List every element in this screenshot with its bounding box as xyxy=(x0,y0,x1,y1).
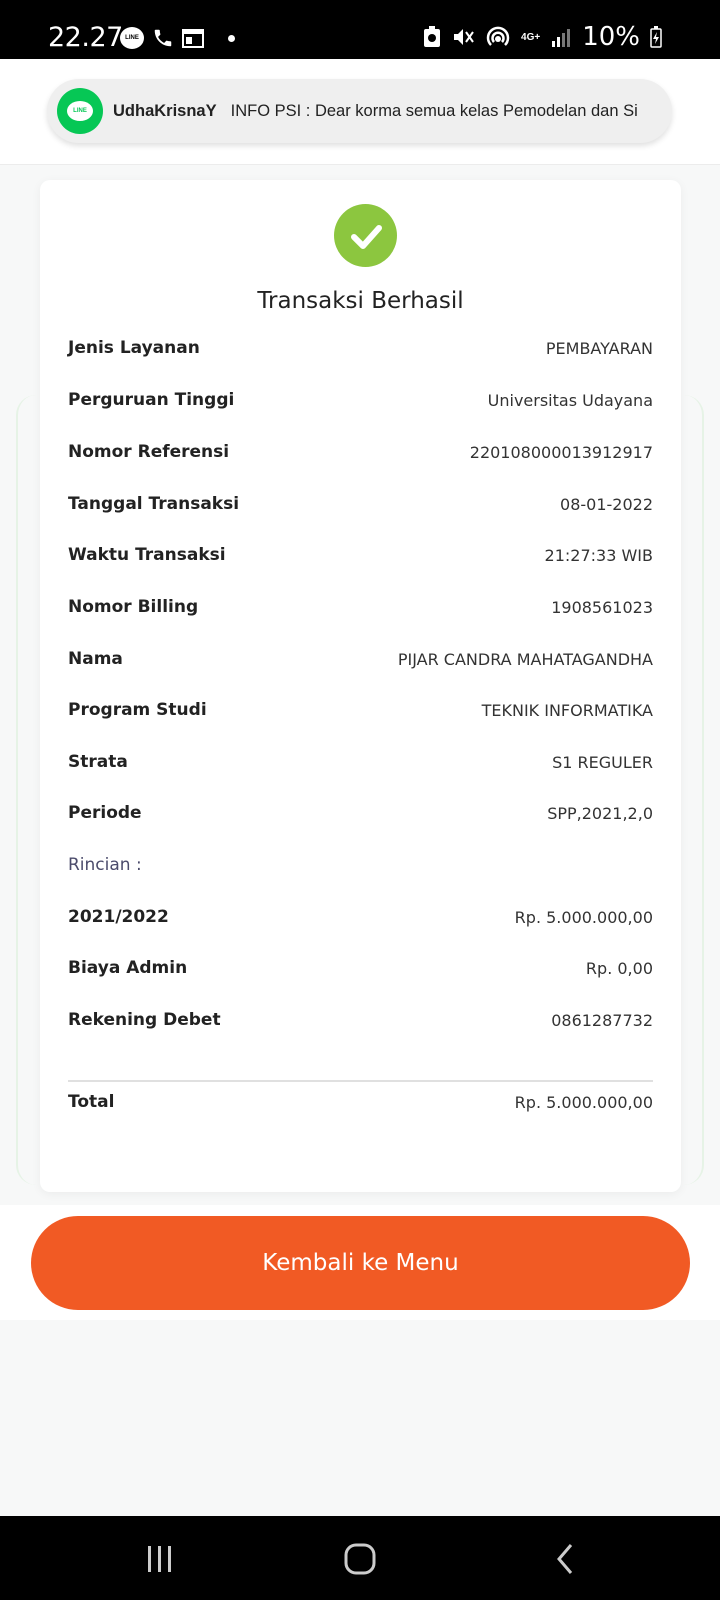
row-label: Nomor Billing xyxy=(68,597,199,617)
row-value: PIJAR CANDRA MAHATAGANDHA xyxy=(397,649,653,669)
row-value: S1 REGULER xyxy=(552,752,653,772)
row-label: Biaya Admin xyxy=(68,958,188,978)
home-icon xyxy=(344,1543,376,1575)
row-perguruan-tinggi: Perguruan Tinggi Universitas Udayana xyxy=(68,385,653,415)
row-total: Total Rp. 5.000.000,00 xyxy=(68,1087,653,1117)
row-rekening-debet: Rekening Debet 0861287732 xyxy=(68,1005,653,1035)
row-biaya-admin: Biaya Admin Rp. 0,00 xyxy=(68,953,653,983)
back-button[interactable] xyxy=(535,1534,595,1584)
row-value: Rp. 0,00 xyxy=(585,958,653,978)
notification-sender: UdhaKrisnaY xyxy=(113,101,217,120)
row-rincian-tahun: 2021/2022 Rp. 5.000.000,00 xyxy=(68,902,653,932)
row-label: Nomor Referensi xyxy=(68,442,230,462)
row-label: Jenis Layanan xyxy=(68,338,200,358)
line-app-icon: LINE xyxy=(57,88,103,134)
success-check-icon xyxy=(334,204,397,267)
back-to-menu-button[interactable]: Kembali ke Menu xyxy=(31,1216,690,1310)
row-label: Program Studi xyxy=(68,700,207,720)
network-type: 4G+ xyxy=(521,31,541,43)
status-right-icons: 4G+ 10% xyxy=(423,22,662,52)
row-label: Strata xyxy=(68,752,128,772)
rincian-heading: Rincian : xyxy=(68,850,653,880)
row-nomor-billing: Nomor Billing 1908561023 xyxy=(68,592,653,622)
status-left-icons: LINE xyxy=(120,27,235,49)
row-value: 21:27:33 WIB xyxy=(544,545,653,565)
notification-area: LINE UdhaKrisnaY INFO PSI : Dear korma s… xyxy=(0,59,720,165)
row-jenis-layanan: Jenis Layanan PEMBAYARAN xyxy=(68,333,653,363)
more-notifications-dot xyxy=(228,34,235,42)
total-divider xyxy=(68,1080,653,1082)
row-label: Perguruan Tinggi xyxy=(68,390,235,410)
signal-icon xyxy=(552,29,571,47)
row-label: Periode xyxy=(68,803,142,823)
receipt-title: Transaksi Berhasil xyxy=(257,288,464,314)
button-area: Kembali ke Menu xyxy=(0,1205,720,1320)
phone-icon xyxy=(154,29,172,47)
recent-apps-icon xyxy=(148,1546,171,1572)
row-tanggal-transaksi: Tanggal Transaksi 08-01-2022 xyxy=(68,489,653,519)
status-bar: 22.27 LINE 4G+ 10% xyxy=(0,0,720,59)
rincian-label: Rincian : xyxy=(68,855,142,875)
hotspot-icon xyxy=(486,26,510,46)
status-time: 22.27 xyxy=(48,22,123,53)
mute-icon xyxy=(454,29,474,45)
row-nomor-referensi: Nomor Referensi 220108000013912917 xyxy=(68,437,653,467)
back-chevron-icon xyxy=(557,1544,573,1574)
row-label: Waktu Transaksi xyxy=(68,545,226,565)
row-value: 0861287732 xyxy=(551,1010,653,1030)
row-nama: Nama PIJAR CANDRA MAHATAGANDHA xyxy=(68,644,653,674)
row-value: 1908561023 xyxy=(551,597,653,617)
receipt-card: Transaksi Berhasil Jenis Layanan PEMBAYA… xyxy=(40,180,681,1192)
row-periode: Periode SPP,2021,2,0 xyxy=(68,798,653,828)
row-value: Universitas Udayana xyxy=(487,390,653,410)
row-value: 220108000013912917 xyxy=(469,442,653,462)
row-strata: Strata S1 REGULER xyxy=(68,747,653,777)
row-value: 08-01-2022 xyxy=(560,494,653,514)
row-label: Tanggal Transaksi xyxy=(68,494,240,514)
recent-apps-button[interactable] xyxy=(130,1534,190,1584)
row-value: PEMBAYARAN xyxy=(545,338,653,358)
battery-level: 10% xyxy=(582,22,640,52)
total-label: Total xyxy=(68,1092,115,1112)
navigation-bar xyxy=(0,1516,720,1600)
row-label: Rekening Debet xyxy=(68,1010,221,1030)
battery-charging-icon xyxy=(650,26,662,48)
battery-saver-icon xyxy=(424,26,441,47)
row-value: SPP,2021,2,0 xyxy=(547,803,653,823)
row-label: 2021/2022 xyxy=(68,907,169,927)
home-button[interactable] xyxy=(330,1534,390,1584)
row-value: TEKNIK INFORMATIKA xyxy=(481,700,653,720)
total-value: Rp. 5.000.000,00 xyxy=(514,1092,653,1112)
heads-up-notification[interactable]: LINE UdhaKrisnaY INFO PSI : Dear korma s… xyxy=(47,79,672,143)
calendar-icon xyxy=(182,29,204,48)
row-label: Nama xyxy=(68,649,123,669)
line-logo-text: LINE xyxy=(67,101,93,121)
row-value: Rp. 5.000.000,00 xyxy=(514,907,653,927)
line-notification-icon: LINE xyxy=(120,27,144,49)
notification-message: INFO PSI : Dear korma semua kelas Pemode… xyxy=(230,101,638,120)
row-program-studi: Program Studi TEKNIK INFORMATIKA xyxy=(68,695,653,725)
row-waktu-transaksi: Waktu Transaksi 21:27:33 WIB xyxy=(68,540,653,570)
